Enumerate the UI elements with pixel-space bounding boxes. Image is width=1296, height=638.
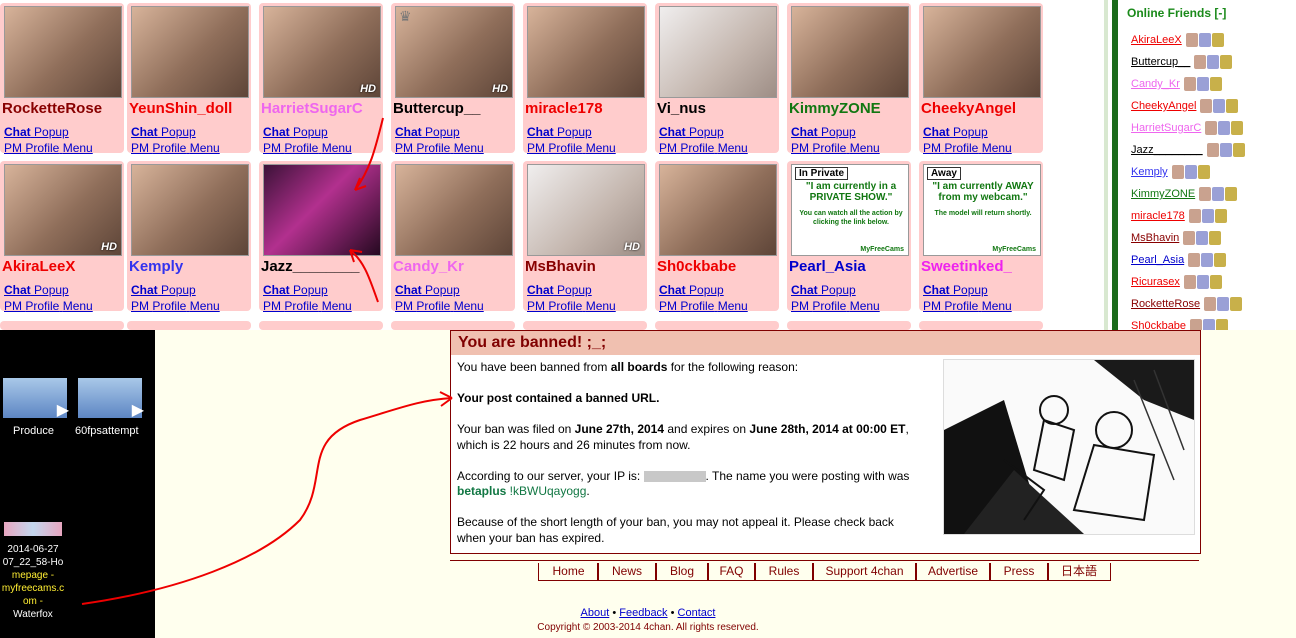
annotation-arrows <box>81 117 453 605</box>
